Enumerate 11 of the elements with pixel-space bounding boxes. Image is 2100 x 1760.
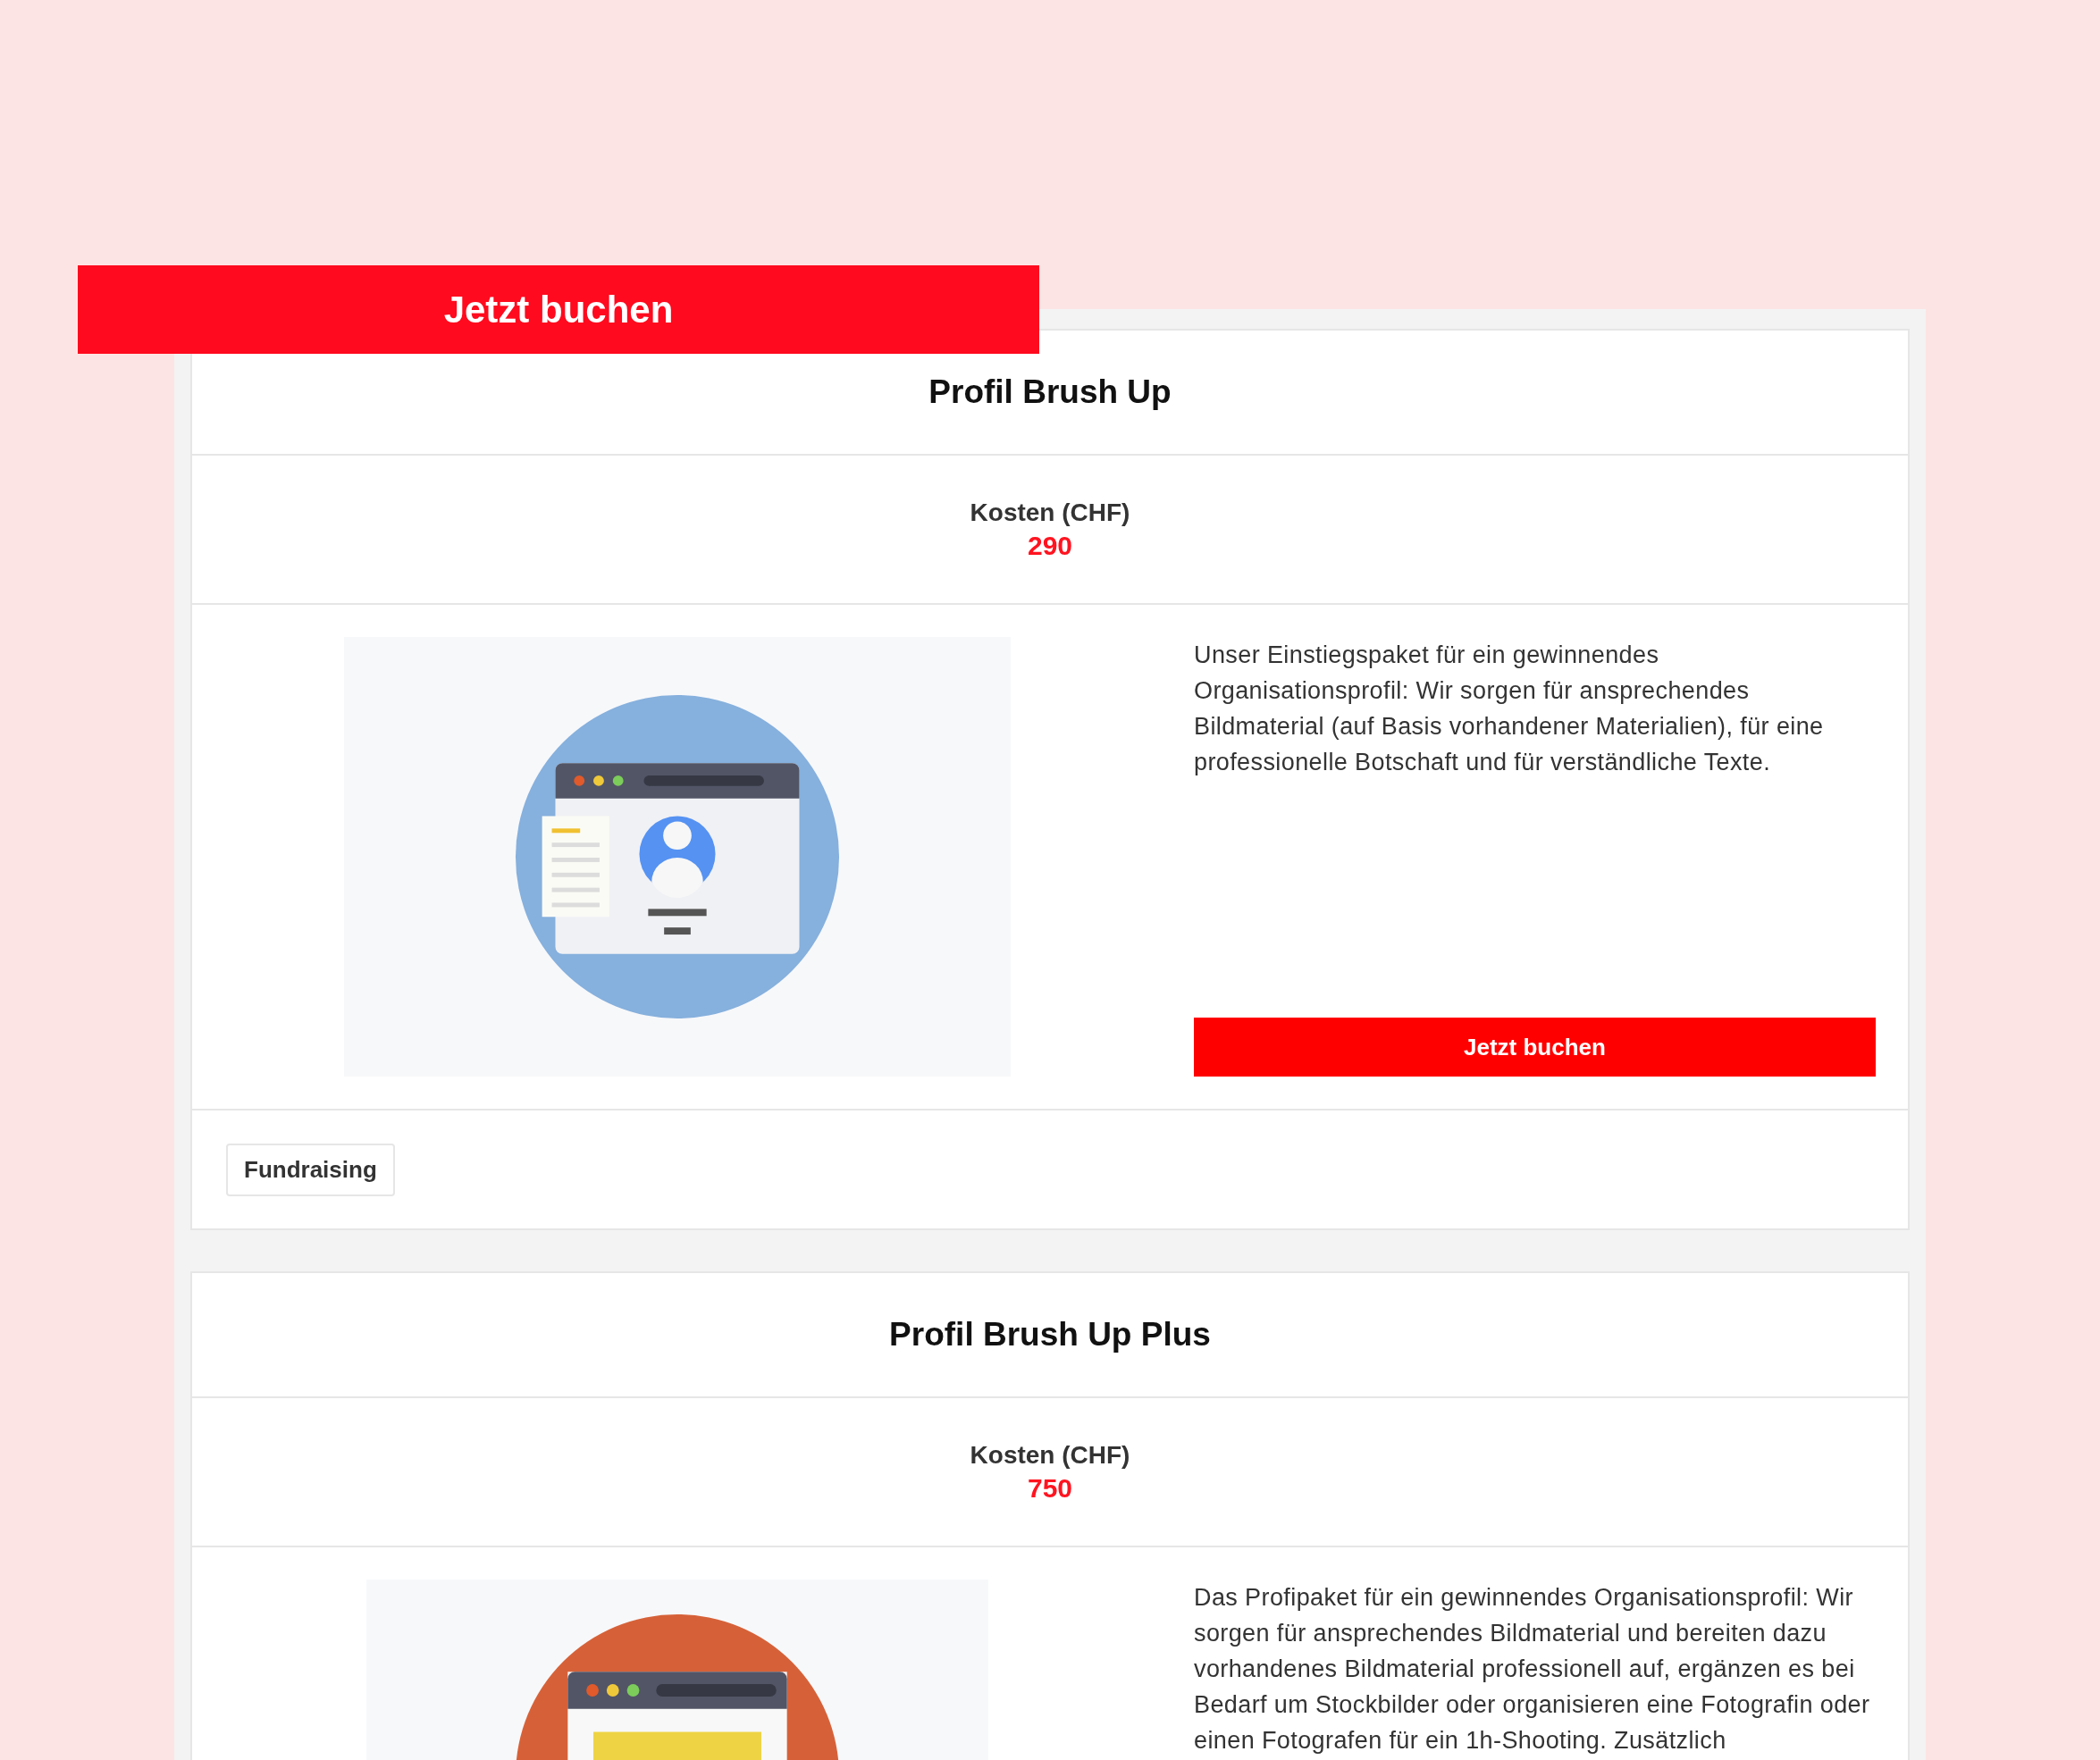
book-now-button[interactable]: Jetzt buchen xyxy=(1194,1018,1876,1077)
cost-label: Kosten (CHF) xyxy=(970,498,1130,527)
package-title: Profil Brush Up Plus xyxy=(889,1316,1211,1354)
cost-label: Kosten (CHF) xyxy=(970,1440,1130,1470)
price: 290 xyxy=(1027,530,1073,561)
category-tag[interactable]: Fundraising xyxy=(226,1143,395,1196)
book-now-button[interactable]: Jetzt buchen xyxy=(78,265,1039,354)
package-description: Das Profipaket für ein gewinnendes Organisationsprofil: Wir sorgen für ansprechendes Bildmaterial und bereiten dazu vorhandenes Bildmaterial professionell auf, ergänzen es bei Bedarf um Stockbilder oder organisieren eine Fotografin oder einen Fotografen für ein 1h-Shooting. Zusätzlich xyxy=(1194,1583,1871,1756)
price: 750 xyxy=(1027,1472,1073,1504)
package-description: Unser Einstiegspaket für ein gewinnendes Organisationsprofil: Wir sorgen für ansprechendes Bildmaterial (auf Basis vorhandener Materialien), für eine professionelle Botschaft und für verständliche Texte. xyxy=(1194,641,1825,777)
package-title: Profil Brush Up xyxy=(928,373,1172,411)
